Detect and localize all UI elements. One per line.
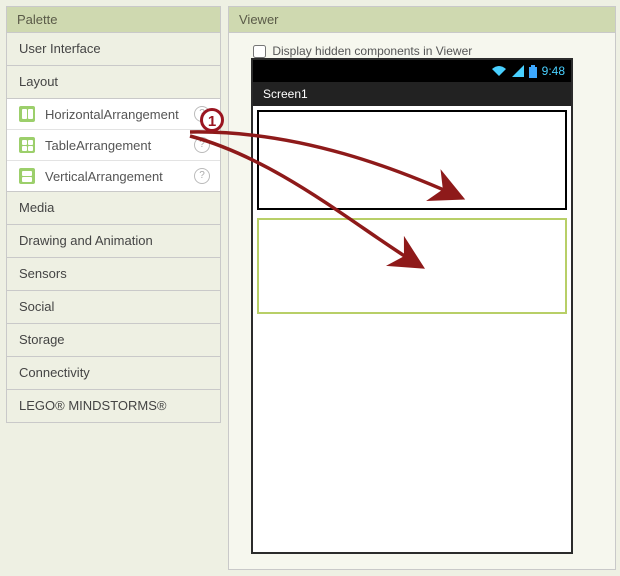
viewer-panel: Viewer Display hidden components in View…	[228, 6, 616, 570]
display-hidden-components-toggle[interactable]: Display hidden components in Viewer	[253, 44, 472, 58]
palette-category-social[interactable]: Social	[7, 291, 220, 324]
palette-category-lego-mindstorms[interactable]: LEGO® MINDSTORMS®	[7, 390, 220, 422]
palette-category-media[interactable]: Media	[7, 192, 220, 225]
phone-preview: 9:48 Screen1	[251, 58, 573, 554]
display-hidden-components-checkbox[interactable]	[253, 45, 266, 58]
arrangement-component-1[interactable]	[257, 110, 567, 210]
horizontal-arrangement-icon	[19, 106, 35, 122]
step-callout-1: 1	[200, 108, 224, 132]
palette-category-sensors[interactable]: Sensors	[7, 258, 220, 291]
arrangement-component-2[interactable]	[257, 218, 567, 314]
phone-status-bar: 9:48	[253, 60, 571, 82]
palette-item-label: VerticalArrangement	[45, 169, 190, 184]
palette-item-table-arrangement[interactable]: TableArrangement ?	[7, 130, 220, 161]
display-hidden-components-label: Display hidden components in Viewer	[272, 44, 472, 58]
wifi-icon	[491, 65, 507, 77]
battery-icon	[529, 65, 537, 78]
table-arrangement-icon	[19, 137, 35, 153]
palette-category-storage[interactable]: Storage	[7, 324, 220, 357]
palette-item-label: TableArrangement	[45, 138, 190, 153]
signal-icon	[512, 65, 524, 77]
help-icon[interactable]: ?	[194, 168, 210, 184]
palette-layout-items: HorizontalArrangement ? TableArrangement…	[7, 99, 220, 192]
palette-item-horizontal-arrangement[interactable]: HorizontalArrangement ?	[7, 99, 220, 130]
palette-category-connectivity[interactable]: Connectivity	[7, 357, 220, 390]
viewer-title: Viewer	[229, 7, 615, 33]
vertical-arrangement-icon	[19, 168, 35, 184]
phone-design-canvas[interactable]	[253, 106, 571, 552]
palette-category-user-interface[interactable]: User Interface	[7, 33, 220, 66]
palette-category-drawing-animation[interactable]: Drawing and Animation	[7, 225, 220, 258]
palette-category-layout[interactable]: Layout	[7, 66, 220, 99]
help-icon[interactable]: ?	[194, 137, 210, 153]
palette-panel: Palette User Interface Layout Horizontal…	[6, 6, 221, 423]
palette-item-label: HorizontalArrangement	[45, 107, 190, 122]
palette-title: Palette	[7, 7, 220, 33]
phone-clock: 9:48	[542, 64, 565, 78]
phone-screen-title: Screen1	[253, 82, 571, 106]
palette-item-vertical-arrangement[interactable]: VerticalArrangement ?	[7, 161, 220, 192]
